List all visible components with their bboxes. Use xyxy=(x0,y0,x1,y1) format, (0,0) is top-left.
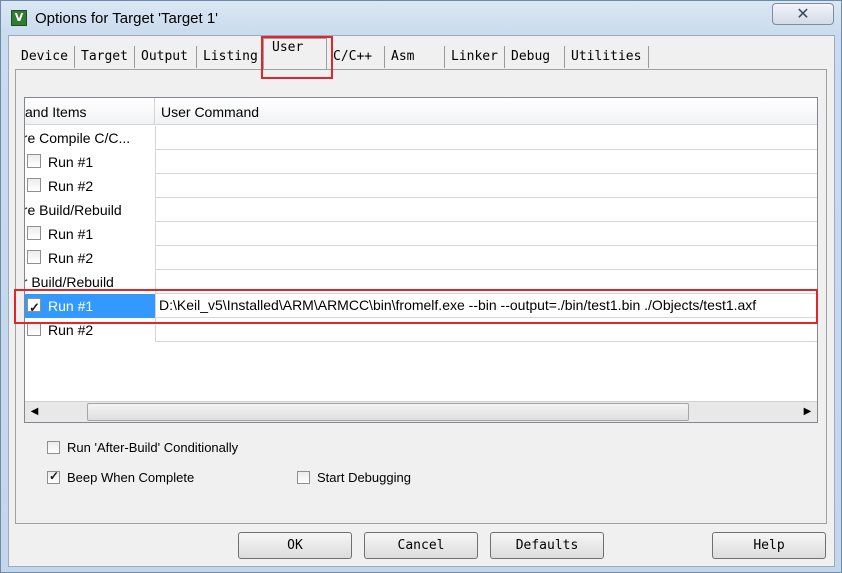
group-row-before-compile[interactable]: ore Compile C/C... xyxy=(25,126,817,150)
start-debugging-label[interactable]: Start Debugging xyxy=(317,470,411,485)
command-cell[interactable] xyxy=(155,246,817,270)
run-checkbox[interactable] xyxy=(27,154,41,168)
command-cell xyxy=(155,270,817,294)
run-item: Run #2 xyxy=(25,318,155,342)
group-label: er Build/Rebuild xyxy=(25,274,114,290)
beep-when-complete-checkbox[interactable] xyxy=(47,469,60,484)
table-row[interactable]: Run #2 xyxy=(25,174,817,198)
group-label: ore Build/Rebuild xyxy=(25,202,122,218)
run-item: Run #2 xyxy=(25,246,155,270)
window-title: Options for Target 'Target 1' xyxy=(35,10,219,27)
run-checkbox[interactable] xyxy=(27,250,41,264)
table-row-selected[interactable]: Run #1 D:\Keil_v5\Installed\ARM\ARMCC\bi… xyxy=(25,294,817,318)
command-cell xyxy=(155,126,817,150)
tab-device[interactable]: Device xyxy=(15,46,75,68)
help-button[interactable]: Help xyxy=(712,532,826,559)
table-row[interactable]: Run #1 xyxy=(25,222,817,246)
run-checkbox[interactable] xyxy=(27,322,41,336)
column-header-items[interactable]: and Items xyxy=(25,98,155,125)
ok-button[interactable]: OK xyxy=(238,532,352,559)
grid-header: and Items User Command xyxy=(25,98,817,125)
cancel-button[interactable]: Cancel xyxy=(364,532,478,559)
tab-listing[interactable]: Listing xyxy=(197,46,262,68)
run-label: Run #2 xyxy=(48,322,94,338)
tab-c-cpp[interactable]: C/C++ xyxy=(327,46,385,68)
tab-debug[interactable]: Debug xyxy=(505,46,565,68)
table-row[interactable]: Run #1 xyxy=(25,150,817,174)
run-item: Run #2 xyxy=(25,174,155,198)
run-after-build-checkbox[interactable] xyxy=(47,441,60,454)
tab-user[interactable]: User xyxy=(263,38,327,69)
run-label: Run #2 xyxy=(48,178,94,194)
title-bar[interactable]: V Options for Target 'Target 1' ✕ xyxy=(1,1,841,35)
options-dialog: V Options for Target 'Target 1' ✕ Device… xyxy=(0,0,842,573)
command-cell[interactable] xyxy=(155,222,817,246)
command-cell[interactable] xyxy=(155,174,817,198)
group-row-before-build[interactable]: ore Build/Rebuild xyxy=(25,198,817,222)
tab-linker[interactable]: Linker xyxy=(445,46,505,68)
tab-asm[interactable]: Asm xyxy=(385,46,445,68)
tab-strip: Device Target Output Listing User C/C++ … xyxy=(15,38,815,69)
tab-utilities[interactable]: Utilities xyxy=(565,46,649,68)
scroll-right-icon[interactable]: ▶ xyxy=(799,403,816,421)
start-debugging-checkbox[interactable] xyxy=(297,471,310,484)
column-header-user-command[interactable]: User Command xyxy=(155,98,817,125)
run-checkbox[interactable] xyxy=(27,296,41,318)
user-command-grid[interactable]: and Items User Command ore Compile C/C..… xyxy=(24,97,818,423)
tab-target[interactable]: Target xyxy=(75,46,135,68)
run-checkbox[interactable] xyxy=(27,226,41,240)
run-label: Run #1 xyxy=(48,154,94,170)
command-cell[interactable]: D:\Keil_v5\Installed\ARM\ARMCC\bin\frome… xyxy=(155,294,817,318)
scrollbar-thumb[interactable] xyxy=(87,403,689,421)
scroll-left-icon[interactable]: ◀ xyxy=(26,403,43,421)
beep-when-complete-label[interactable]: Beep When Complete xyxy=(67,470,194,485)
table-row[interactable]: Run #2 xyxy=(25,318,817,342)
close-button[interactable]: ✕ xyxy=(772,3,834,25)
tab-output[interactable]: Output xyxy=(135,46,197,68)
run-label: Run #1 xyxy=(48,226,94,242)
run-checkbox[interactable] xyxy=(27,178,41,192)
group-row-after-build[interactable]: er Build/Rebuild xyxy=(25,270,817,294)
table-row[interactable]: Run #2 xyxy=(25,246,817,270)
command-cell[interactable] xyxy=(155,150,817,174)
run-item: Run #1 xyxy=(25,294,155,318)
group-label: ore Compile C/C... xyxy=(25,130,131,146)
keil-app-icon: V xyxy=(11,10,27,26)
run-label: Run #2 xyxy=(48,250,94,266)
command-cell xyxy=(155,198,817,222)
horizontal-scrollbar[interactable]: ◀ ▶ xyxy=(25,401,817,422)
run-item: Run #1 xyxy=(25,222,155,246)
command-cell[interactable] xyxy=(155,318,817,342)
run-item: Run #1 xyxy=(25,150,155,174)
run-after-build-label[interactable]: Run 'After-Build' Conditionally xyxy=(67,440,238,455)
run-label: Run #1 xyxy=(48,298,94,314)
defaults-button[interactable]: Defaults xyxy=(490,532,604,559)
